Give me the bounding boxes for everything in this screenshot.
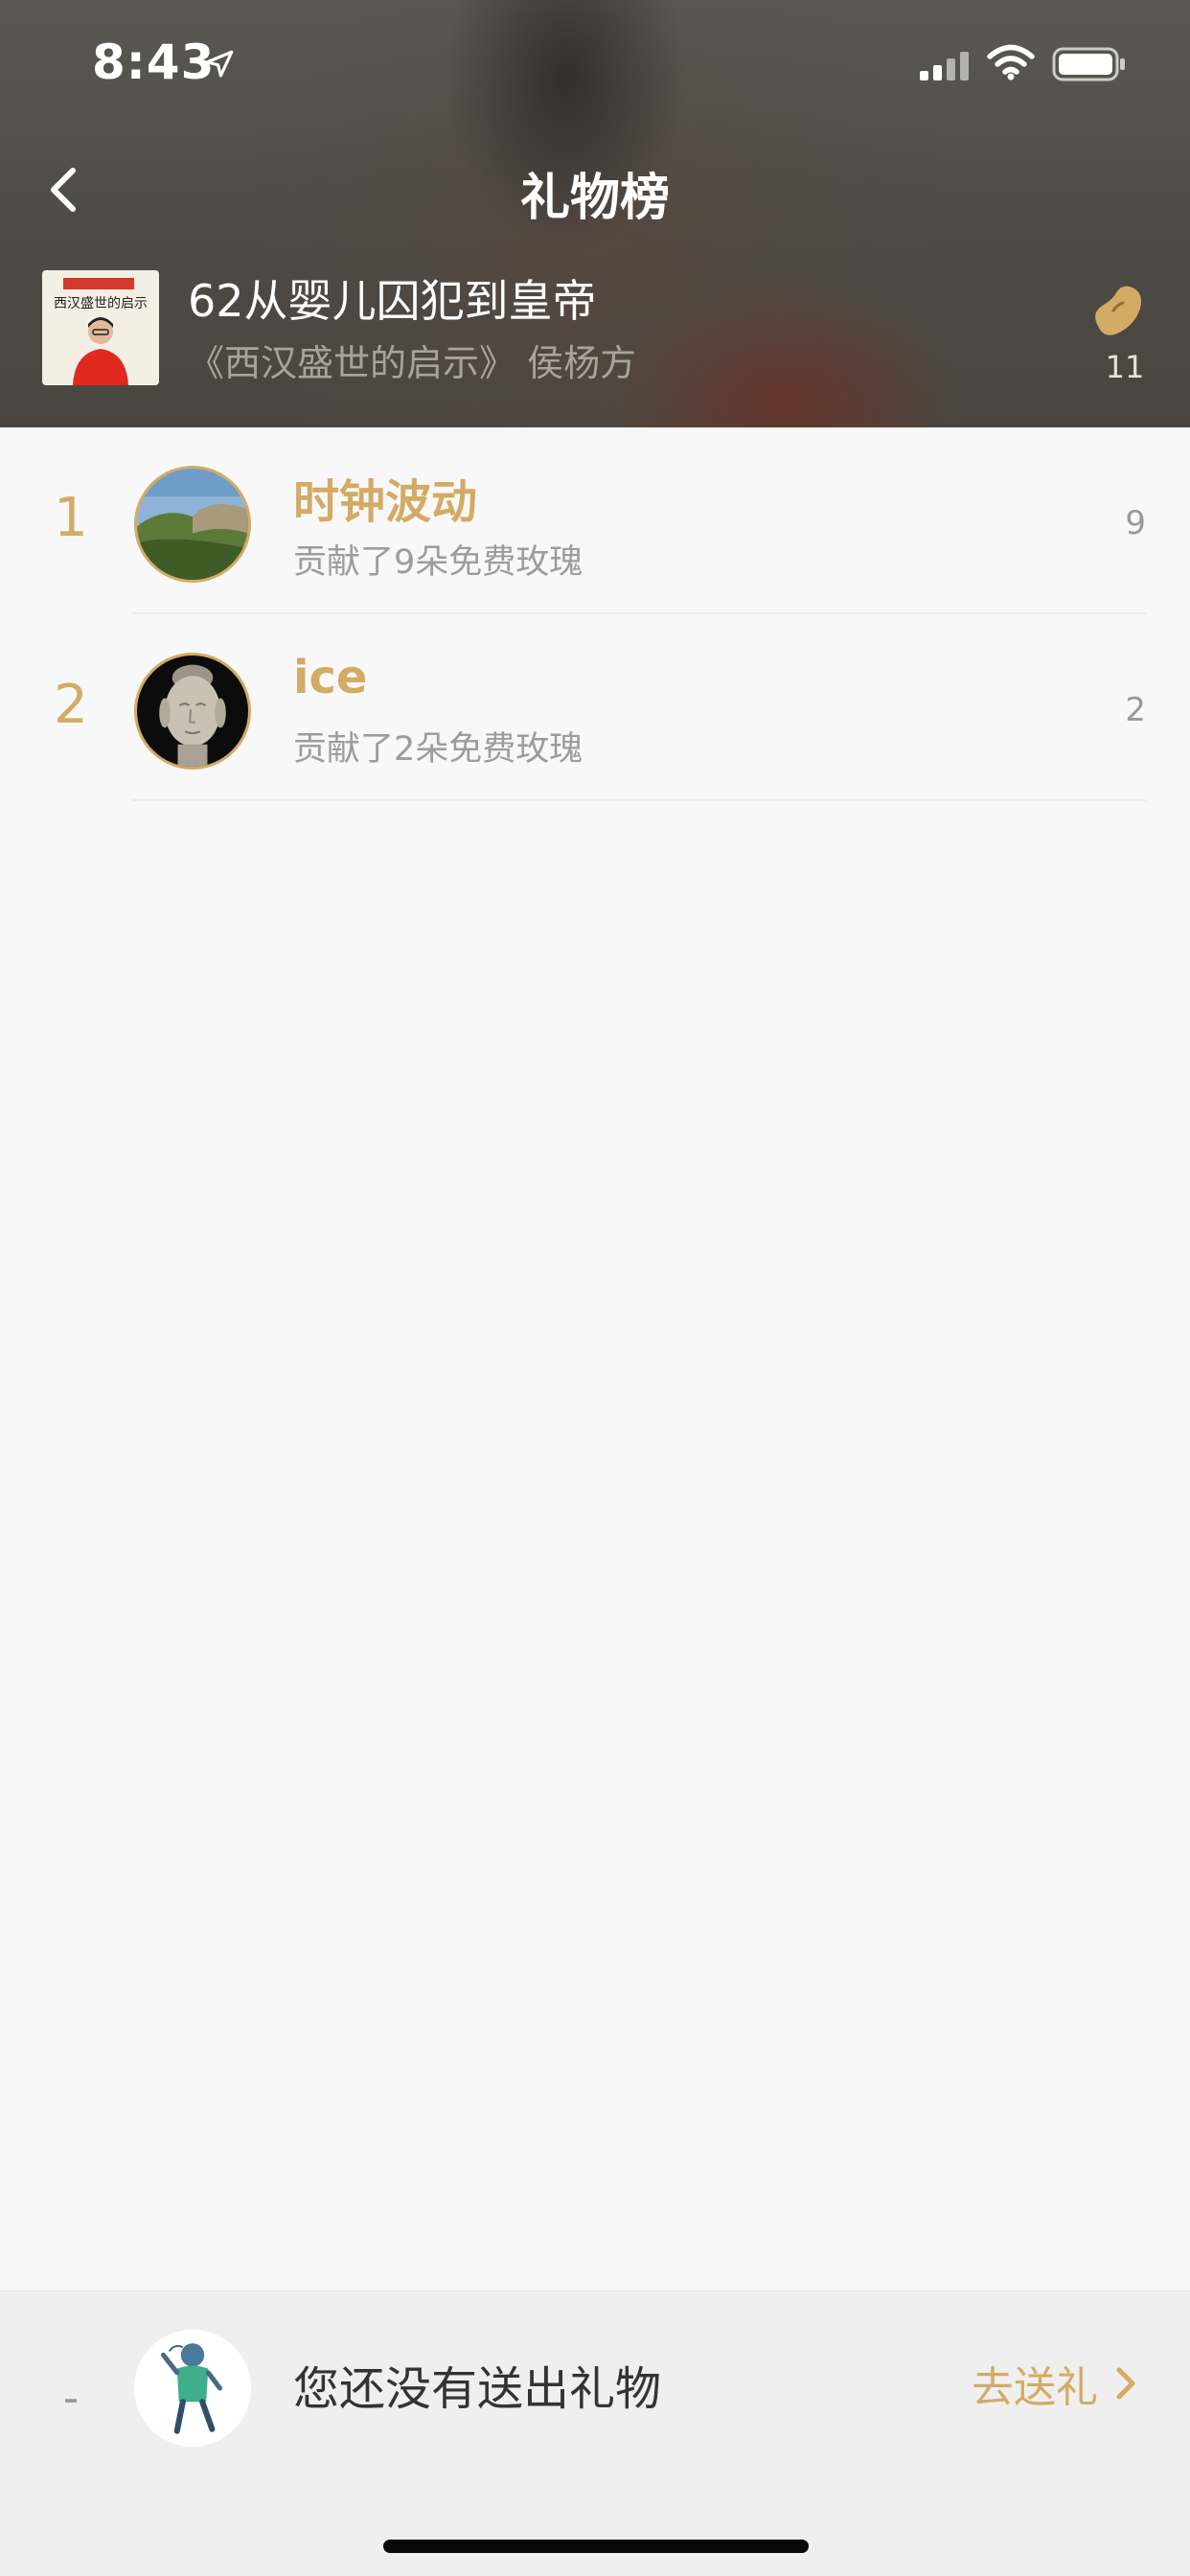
send-gift-button[interactable]: 去送礼 — [972, 2355, 1140, 2412]
rank-number: 2 — [54, 674, 88, 736]
chevron-right-icon — [1116, 2367, 1135, 2400]
bean-count: 11 — [1105, 349, 1145, 385]
page-title: 礼物榜 — [519, 170, 670, 227]
gift-count: 9 — [1125, 504, 1146, 542]
gift-ranking-page: 8:43 礼物榜 西汉盛世的启示 62从婴儿囚犯到皇帝 《西汉盛世的启示》 侯杨… — [0, 0, 1190, 2576]
user-name: ice — [293, 651, 368, 704]
album-cover: 西汉盛世的启示 — [42, 270, 159, 385]
my-ranking-bar: - 您还没有送出礼物 去送礼 — [0, 2290, 1190, 2576]
my-rank: - — [62, 2372, 80, 2424]
status-time: 8:43 — [92, 34, 216, 90]
send-gift-label: 去送礼 — [972, 2363, 1098, 2412]
ranking-list: 1 时钟波动 贡献了9朵免费玫瑰 9 2 ice 贡献了2朵免费玫瑰 2 — [0, 427, 1190, 801]
bean-icon — [1095, 286, 1141, 335]
cover-red-band — [63, 278, 134, 289]
avatar[interactable] — [134, 466, 251, 583]
cartoon-avatar-image — [134, 2330, 251, 2447]
user-name: 时钟波动 — [293, 475, 478, 529]
wifi-icon — [987, 44, 1035, 80]
cellular-signal-icon — [920, 52, 969, 80]
home-indicator[interactable] — [383, 2540, 809, 2553]
list-item[interactable]: 1 时钟波动 贡献了9朵免费玫瑰 9 — [0, 427, 1190, 614]
cover-title: 西汉盛世的启示 — [54, 296, 148, 311]
contribution-text: 贡献了9朵免费玫瑰 — [293, 543, 584, 582]
battery-icon — [1052, 47, 1125, 81]
divider — [132, 799, 1146, 801]
album-subtitle: 《西汉盛世的启示》 侯杨方 — [188, 342, 637, 384]
buddha-avatar-image — [137, 656, 248, 767]
rank-number: 1 — [54, 487, 88, 549]
navigation-bar: 礼物榜 — [0, 144, 1190, 240]
gift-count: 2 — [1125, 691, 1146, 729]
avatar[interactable] — [134, 653, 251, 770]
landscape-avatar-image — [137, 469, 248, 580]
my-avatar — [134, 2330, 251, 2447]
episode-title: 62从婴儿囚犯到皇帝 — [188, 275, 597, 327]
list-item[interactable]: 2 ice 贡献了2朵免费玫瑰 2 — [0, 614, 1190, 801]
contribution-text: 贡献了2朵免费玫瑰 — [293, 730, 584, 769]
cover-person-image — [73, 317, 128, 385]
location-arrow-icon — [205, 50, 234, 78]
header: 8:43 礼物榜 西汉盛世的启示 62从婴儿囚犯到皇帝 《西汉盛世的启示》 侯杨… — [0, 0, 1190, 427]
status-bar: 8:43 — [0, 0, 1190, 125]
album-info: 西汉盛世的启示 62从婴儿囚犯到皇帝 《西汉盛世的启示》 侯杨方 11 — [42, 270, 1154, 385]
no-gift-status: 您还没有送出礼物 — [293, 2362, 662, 2416]
